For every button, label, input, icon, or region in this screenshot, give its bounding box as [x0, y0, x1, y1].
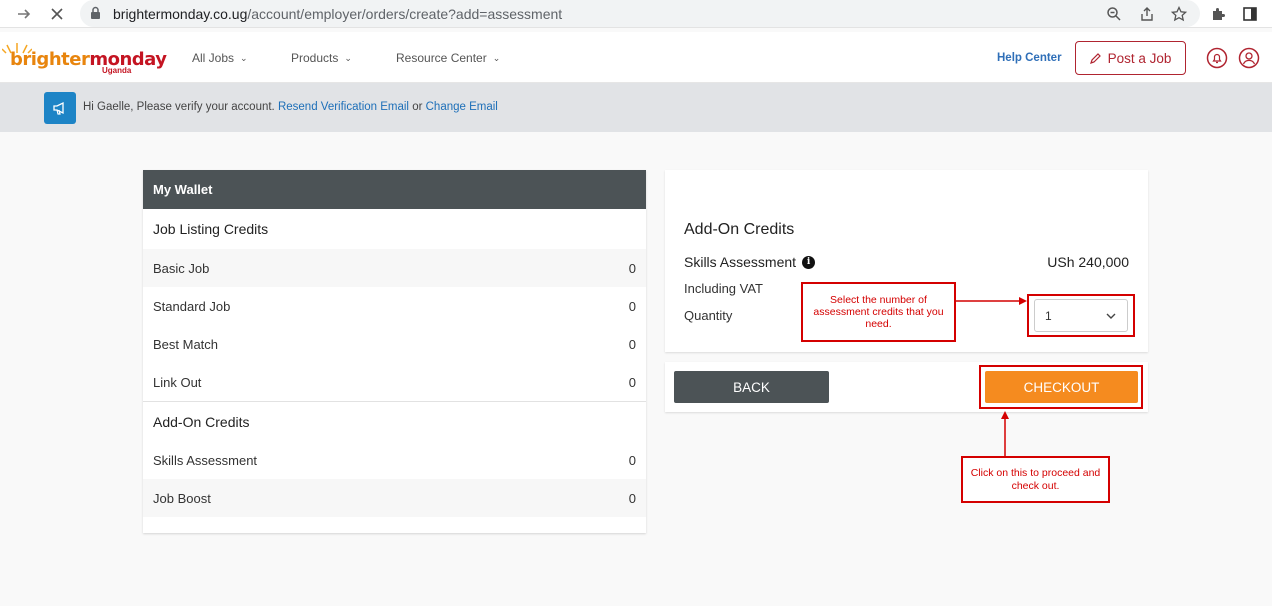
verify-account-banner: Hi Gaelle, Please verify your account. R…	[0, 83, 1272, 132]
skills-assessment-label: Skills Assessment i	[684, 254, 816, 270]
stop-loading-icon[interactable]	[47, 4, 67, 24]
price-value: USh 240,000	[1047, 254, 1129, 270]
share-icon[interactable]	[1137, 4, 1157, 24]
quantity-label: Quantity	[684, 308, 733, 323]
wallet-row-link-out: Link Out 0	[153, 374, 636, 390]
chevron-down-icon: ⌄	[492, 52, 501, 63]
add-on-credits-title: Add-On Credits	[684, 221, 795, 238]
extensions-icon[interactable]	[1208, 4, 1228, 24]
menu-all-jobs[interactable]: All Jobs ⌄	[192, 51, 248, 65]
menu-products[interactable]: Products ⌄	[291, 51, 352, 65]
url-text[interactable]: brightermonday.co.ug/account/employer/or…	[113, 6, 562, 22]
menu-resource-center[interactable]: Resource Center ⌄	[396, 51, 500, 65]
logo-country: Uganda	[102, 66, 132, 75]
chevron-down-icon: ⌄	[344, 52, 352, 63]
pencil-icon	[1089, 53, 1101, 64]
checkout-annotation-note: Click on this to proceed and check out.	[961, 456, 1110, 503]
brightermonday-logo[interactable]: brightermonday Uganda	[0, 40, 167, 76]
info-icon[interactable]: i	[802, 255, 816, 269]
bookmark-star-icon[interactable]	[1169, 4, 1189, 24]
site-header: brightermonday Uganda All Jobs ⌄ Products…	[0, 32, 1272, 83]
wallet-row-standard-job: Standard Job 0	[153, 298, 636, 314]
back-button[interactable]: BACK	[674, 371, 829, 403]
change-email-link[interactable]: Change Email	[426, 101, 498, 113]
help-center-link[interactable]: Help Center	[997, 52, 1062, 64]
side-panel-icon[interactable]	[1240, 4, 1260, 24]
chevron-down-icon: ⌄	[240, 52, 248, 63]
checkout-highlight-box	[979, 365, 1143, 409]
wallet-row-skills-assessment: Skills Assessment 0	[153, 452, 636, 468]
quantity-highlight-box	[1027, 294, 1135, 337]
notifications-bell-icon[interactable]	[1206, 47, 1228, 69]
wallet-row-basic-job: Basic Job 0	[143, 249, 646, 287]
forward-icon[interactable]	[14, 4, 34, 24]
add-on-credits-heading: Add-On Credits	[143, 401, 646, 441]
browser-toolbar: brightermonday.co.ug/account/employer/or…	[0, 0, 1272, 28]
zoom-icon[interactable]	[1104, 4, 1124, 24]
wallet-title: My Wallet	[143, 170, 646, 209]
quantity-annotation-note: Select the number of assessment credits …	[801, 282, 956, 342]
lock-icon	[90, 6, 101, 25]
megaphone-icon	[44, 92, 76, 124]
wallet-row-best-match: Best Match 0	[153, 336, 636, 352]
wallet-row-job-boost: Job Boost 0	[143, 479, 646, 517]
banner-message: Hi Gaelle, Please verify your account. R…	[83, 101, 498, 113]
logo-wordmark: brightermonday	[10, 49, 167, 70]
user-account-icon[interactable]	[1238, 47, 1260, 69]
post-a-job-button[interactable]: Post a Job	[1075, 41, 1186, 75]
my-wallet-panel: My Wallet Job Listing Credits Basic Job 0…	[143, 170, 646, 533]
job-listing-credits-heading: Job Listing Credits	[153, 221, 269, 237]
vat-label: Including VAT	[684, 281, 764, 296]
resend-verification-link[interactable]: Resend Verification Email	[278, 101, 409, 113]
